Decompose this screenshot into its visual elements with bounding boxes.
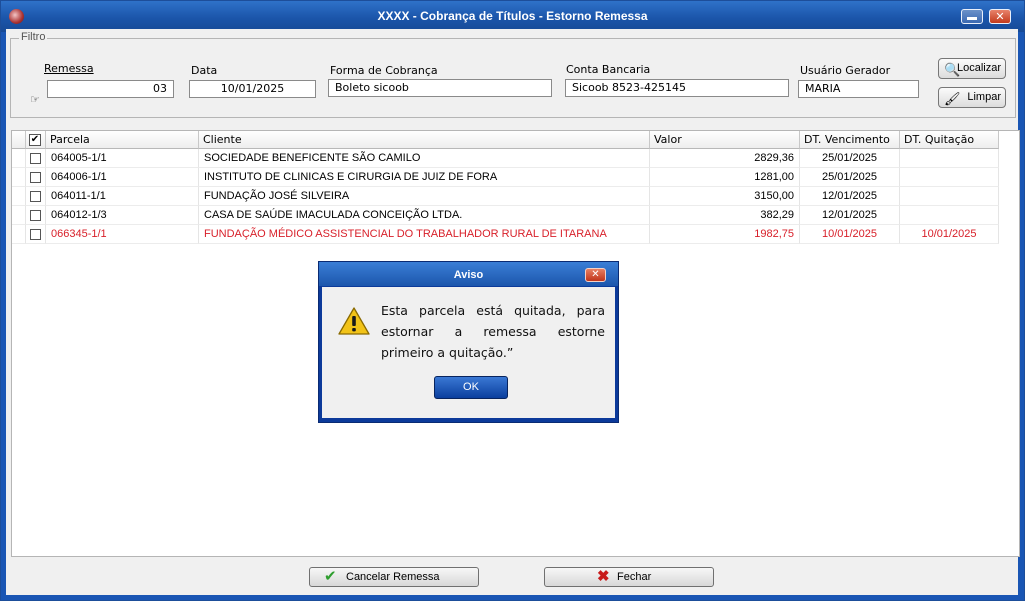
row-check-cell bbox=[26, 168, 46, 187]
cell-cliente: FUNDAÇÃO JOSÉ SILVEIRA bbox=[199, 187, 650, 206]
cell-cliente: CASA DE SAÚDE IMACULADA CONCEIÇÃO LTDA. bbox=[199, 206, 650, 225]
broom-icon: 🖌 bbox=[944, 91, 961, 106]
row-checkbox[interactable] bbox=[30, 229, 41, 240]
cell-vencimento: 10/01/2025 bbox=[800, 225, 900, 244]
header-indicator-col bbox=[12, 131, 26, 149]
filter-legend: Filtro bbox=[19, 31, 48, 43]
row-check-cell bbox=[26, 206, 46, 225]
fechar-label: Fechar bbox=[617, 571, 652, 583]
header-cliente[interactable]: Cliente bbox=[199, 131, 650, 149]
localizar-button[interactable]: 🔍 Localizar bbox=[938, 58, 1006, 79]
lookup-icon[interactable]: ☞ bbox=[30, 94, 47, 106]
fechar-button[interactable]: ✖ Fechar bbox=[544, 567, 714, 587]
remessa-label: Remessa bbox=[44, 62, 94, 75]
header-dt-quitacao[interactable]: DT. Quitação bbox=[900, 131, 999, 149]
cell-quitacao bbox=[900, 168, 999, 187]
row-check-cell bbox=[26, 187, 46, 206]
usuario-gerador-input[interactable]: MARIA bbox=[798, 80, 919, 98]
cell-valor: 1281,00 bbox=[650, 168, 800, 187]
forma-cobranca-label: Forma de Cobrança bbox=[330, 64, 438, 77]
row-checkbox[interactable] bbox=[30, 153, 41, 164]
row-indicator bbox=[12, 187, 26, 206]
row-checkbox[interactable] bbox=[30, 191, 41, 202]
row-indicator bbox=[12, 168, 26, 187]
grid-header: ✔ Parcela Cliente Valor DT. Vencimento D… bbox=[12, 131, 1019, 150]
row-indicator bbox=[12, 149, 26, 168]
row-checkbox[interactable] bbox=[30, 210, 41, 221]
dialog-close-button[interactable]: ✕ bbox=[585, 268, 606, 282]
row-checkbox[interactable] bbox=[30, 172, 41, 183]
cell-vencimento: 25/01/2025 bbox=[800, 168, 900, 187]
data-label: Data bbox=[191, 64, 218, 77]
select-all-checkbox[interactable]: ✔ bbox=[29, 134, 41, 146]
title-bar: XXXX - Cobrança de Títulos - Estorno Rem… bbox=[1, 1, 1024, 32]
usuario-gerador-label: Usuário Gerador bbox=[800, 64, 891, 77]
cell-valor: 1982,75 bbox=[650, 225, 800, 244]
cell-valor: 382,29 bbox=[650, 206, 800, 225]
conta-bancaria-input[interactable]: Sicoob 8523-425145 bbox=[565, 79, 789, 97]
header-parcela[interactable]: Parcela bbox=[46, 131, 199, 149]
dialog-title: Aviso bbox=[319, 262, 618, 286]
dialog-ok-button[interactable]: OK bbox=[434, 376, 508, 399]
header-valor[interactable]: Valor bbox=[650, 131, 800, 149]
limpar-label: Limpar bbox=[967, 91, 1001, 103]
forma-cobranca-input[interactable]: Boleto sicoob bbox=[328, 79, 552, 97]
cell-vencimento: 12/01/2025 bbox=[800, 187, 900, 206]
cell-quitacao: 10/01/2025 bbox=[900, 225, 999, 244]
cell-quitacao bbox=[900, 149, 999, 168]
window-title: XXXX - Cobrança de Títulos - Estorno Rem… bbox=[377, 9, 648, 23]
warning-icon bbox=[338, 307, 370, 338]
row-indicator bbox=[12, 225, 26, 244]
row-check-cell bbox=[26, 149, 46, 168]
cancelar-remessa-button[interactable]: ✔ Cancelar Remessa bbox=[309, 567, 479, 587]
magnifier-icon: 🔍 bbox=[944, 62, 961, 77]
close-button[interactable]: ✕ bbox=[989, 9, 1011, 24]
dialog-body: Esta parcela está quitada, para estornar… bbox=[322, 287, 615, 418]
table-row[interactable]: 064005-1/1 SOCIEDADE BENEFICENTE SÃO CAMI… bbox=[12, 149, 1019, 168]
table-row[interactable]: 064012-1/3 CASA DE SAÚDE IMACULADA CONCEI… bbox=[12, 206, 1019, 225]
x-close-icon: ✖ bbox=[597, 568, 610, 585]
cell-parcela: 064012-1/3 bbox=[46, 206, 199, 225]
table-row[interactable]: 066345-1/1 FUNDAÇÃO MÉDICO ASSISTENCIAL D… bbox=[12, 225, 1019, 244]
cell-parcela: 064011-1/1 bbox=[46, 187, 199, 206]
limpar-button[interactable]: 🖌 Limpar bbox=[938, 87, 1006, 108]
table-row[interactable]: 064011-1/1 FUNDAÇÃO JOSÉ SILVEIRA 3150,00 1… bbox=[12, 187, 1019, 206]
conta-bancaria-label: Conta Bancaria bbox=[566, 63, 651, 76]
table-row[interactable]: 064006-1/1 INSTITUTO DE CLINICAS E CIRURG… bbox=[12, 168, 1019, 187]
cell-quitacao bbox=[900, 206, 999, 225]
aviso-dialog: Aviso ✕ Esta parcela está quitada, para … bbox=[318, 261, 619, 423]
cell-quitacao bbox=[900, 187, 999, 206]
cell-parcela: 066345-1/1 bbox=[46, 225, 199, 244]
cell-cliente: SOCIEDADE BENEFICENTE SÃO CAMILO bbox=[199, 149, 650, 168]
header-check-col: ✔ bbox=[26, 131, 46, 149]
cell-cliente: INSTITUTO DE CLINICAS E CIRURGIA DE JUIZ… bbox=[199, 168, 650, 187]
cell-cliente: FUNDAÇÃO MÉDICO ASSISTENCIAL DO TRABALHA… bbox=[199, 225, 650, 244]
row-check-cell bbox=[26, 225, 46, 244]
cell-vencimento: 25/01/2025 bbox=[800, 149, 900, 168]
cell-valor: 2829,36 bbox=[650, 149, 800, 168]
cancelar-remessa-label: Cancelar Remessa bbox=[346, 571, 440, 583]
row-indicator bbox=[12, 206, 26, 225]
checkmark-icon: ✔ bbox=[324, 568, 337, 585]
cell-parcela: 064005-1/1 bbox=[46, 149, 199, 168]
remessa-input[interactable]: 03 bbox=[47, 80, 174, 98]
data-input[interactable]: 10/01/2025 bbox=[189, 80, 316, 98]
filter-group: Filtro Remessa ☞ 03 Data 10/01/2025 Form… bbox=[10, 31, 1016, 118]
minimize-button[interactable] bbox=[961, 9, 983, 24]
localizar-label: Localizar bbox=[956, 62, 1001, 74]
cell-valor: 3150,00 bbox=[650, 187, 800, 206]
cell-vencimento: 12/01/2025 bbox=[800, 206, 900, 225]
cell-parcela: 064006-1/1 bbox=[46, 168, 199, 187]
header-dt-vencimento[interactable]: DT. Vencimento bbox=[800, 131, 900, 149]
dialog-message: Esta parcela está quitada, para estornar… bbox=[381, 303, 605, 360]
